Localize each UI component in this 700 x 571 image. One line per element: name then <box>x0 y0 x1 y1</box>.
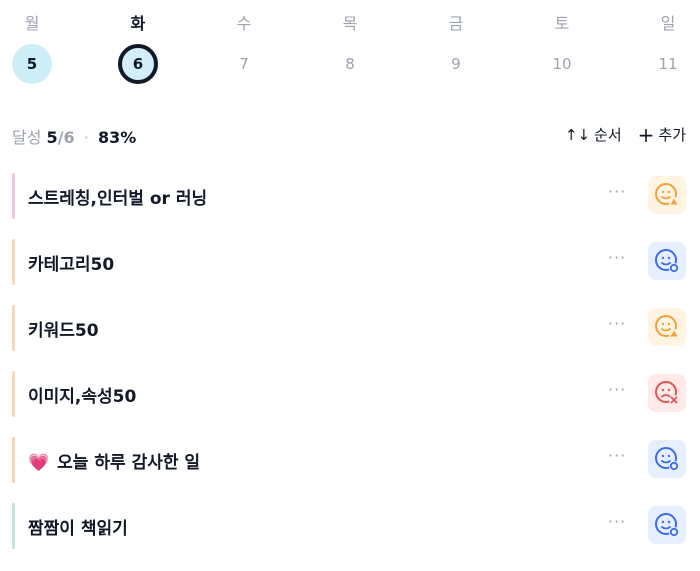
summary-count: 5 <box>46 128 58 147</box>
sort-label: 순서 <box>594 126 622 144</box>
day-date[interactable]: 7 <box>224 44 264 84</box>
day-date[interactable]: 6 <box>118 44 158 84</box>
smile-warning-icon <box>655 315 679 339</box>
achievement-summary: 달성 5/6 · 83% <box>12 124 136 148</box>
day-name: 수 <box>236 14 252 33</box>
habit-accent-bar <box>12 437 15 483</box>
habit-list: 스트레칭,인터벌 or 러닝 ··· 카테고리50 ··· 키워드50 ··· … <box>0 170 700 566</box>
smile-fail-icon <box>655 381 679 405</box>
smile-warning-icon <box>655 183 679 207</box>
day-name: 금 <box>448 14 464 33</box>
habit-title: 짬짬이 책읽기 <box>28 519 128 539</box>
day-date[interactable]: 11 <box>648 44 688 84</box>
habit-accent-bar <box>12 503 15 549</box>
day-date[interactable]: 10 <box>542 44 582 84</box>
habit-title: 이미지,속성50 <box>28 387 137 407</box>
habit-title-row: 💗 오늘 하루 감사한 일 <box>28 448 200 473</box>
day-name: 화 <box>130 14 146 33</box>
habit-item[interactable]: 스트레칭,인터벌 or 러닝 ··· <box>0 170 700 236</box>
habit-accent-bar <box>12 173 15 219</box>
plus-icon: + <box>637 122 655 147</box>
day-date[interactable]: 8 <box>330 44 370 84</box>
status-button[interactable] <box>648 242 686 280</box>
more-options-button[interactable]: ··· <box>608 380 626 399</box>
sort-button[interactable]: ↑↓ 순서 <box>565 124 622 145</box>
habit-title: 스트레칭,인터벌 or 러닝 <box>28 189 208 209</box>
day-date[interactable]: 9 <box>436 44 476 84</box>
add-label: 추가 <box>658 126 686 144</box>
habit-title: 카테고리50 <box>28 255 115 275</box>
habit-item[interactable]: 카테고리50 ··· <box>0 236 700 302</box>
habit-item[interactable]: 💗 오늘 하루 감사한 일 ··· <box>0 434 700 500</box>
habit-title: 키워드50 <box>28 321 99 341</box>
status-button[interactable] <box>648 308 686 346</box>
day-name: 일 <box>660 14 676 33</box>
smile-check-icon <box>655 249 679 273</box>
week-strip: 월 5 화 6 수 7 목 8 금 9 토 10 일 11 <box>0 0 700 100</box>
habit-title: 오늘 하루 감사한 일 <box>57 453 201 473</box>
smile-check-icon <box>655 513 679 537</box>
more-options-button[interactable]: ··· <box>608 512 626 531</box>
summary-total: /6 <box>57 128 75 147</box>
habit-accent-bar <box>12 371 15 417</box>
add-button[interactable]: + 추가 <box>638 124 686 145</box>
summary-separator: · <box>83 128 89 147</box>
more-options-button[interactable]: ··· <box>608 314 626 333</box>
status-button[interactable] <box>648 176 686 214</box>
habit-accent-bar <box>12 239 15 285</box>
more-options-button[interactable]: ··· <box>608 446 626 465</box>
day-name: 토 <box>554 14 570 33</box>
status-button[interactable] <box>648 374 686 412</box>
habit-accent-bar <box>12 305 15 351</box>
day-date[interactable]: 5 <box>12 44 52 84</box>
status-button[interactable] <box>648 440 686 478</box>
summary-percent: 83% <box>97 128 137 147</box>
sort-arrows-icon: ↑↓ <box>564 125 591 144</box>
heart-emoji-icon: 💗 <box>28 453 50 473</box>
status-button[interactable] <box>648 506 686 544</box>
habit-item[interactable]: 키워드50 ··· <box>0 302 700 368</box>
day-name: 월 <box>24 14 40 33</box>
more-options-button[interactable]: ··· <box>608 248 626 267</box>
smile-check-icon <box>655 447 679 471</box>
habit-item[interactable]: 짬짬이 책읽기 ··· <box>0 500 700 566</box>
day-name: 목 <box>342 14 358 33</box>
habit-item[interactable]: 이미지,속성50 ··· <box>0 368 700 434</box>
more-options-button[interactable]: ··· <box>608 182 626 201</box>
list-toolbar: ↑↓ 순서 + 추가 <box>565 124 686 145</box>
summary-label: 달성 <box>12 128 42 147</box>
